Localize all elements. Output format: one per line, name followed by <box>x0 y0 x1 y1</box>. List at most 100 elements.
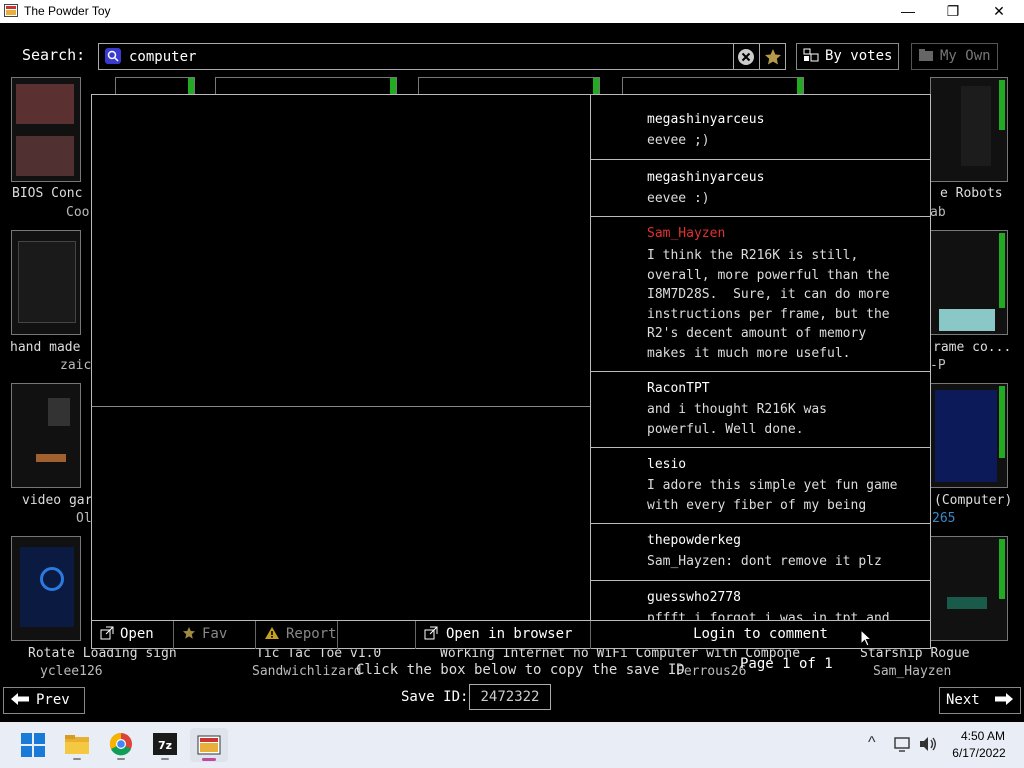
comment-text: Sam_Hayzen: dont remove it plz <box>647 554 882 569</box>
7zip-icon[interactable]: 7z <box>148 728 182 762</box>
clear-search-icon[interactable] <box>737 48 755 66</box>
folder-icon <box>918 46 934 61</box>
comment: Sam_Hayzen I think the R216K is still, o… <box>591 216 930 372</box>
save-thumbnail[interactable] <box>930 536 1008 641</box>
warning-icon <box>264 623 280 639</box>
windows-start-icon[interactable] <box>16 728 50 762</box>
save-author: Ferrous26 <box>676 664 747 679</box>
fav-button[interactable]: Fav <box>174 621 256 649</box>
prev-button[interactable]: Prev <box>3 687 85 714</box>
comment-author: megashinyarceus <box>647 112 765 127</box>
open-label: Open <box>120 626 154 642</box>
comment: RaconTPT and i thought R216K was powerfu… <box>591 371 930 448</box>
save-thumbnail[interactable] <box>930 383 1008 488</box>
comment: lesio I adore this simple yet fun game w… <box>591 447 930 524</box>
save-thumbnail[interactable] <box>418 77 600 95</box>
report-button[interactable]: Report <box>256 621 338 649</box>
window-title: The Powder Toy <box>24 4 111 18</box>
save-thumbnail[interactable] <box>11 536 81 641</box>
search-box[interactable]: computer <box>98 43 786 70</box>
login-label: Login to comment <box>693 626 828 642</box>
save-author: Sandwichlizard <box>252 664 362 679</box>
app-icon <box>4 4 18 17</box>
save-author: Ol <box>76 511 92 526</box>
comment-author: thepowderkeg <box>647 533 741 548</box>
open-icon <box>100 623 114 640</box>
volume-icon[interactable] <box>918 735 938 753</box>
clock-date[interactable]: 6/17/2022 <box>948 746 1010 760</box>
save-author: Coo <box>66 205 90 220</box>
network-icon[interactable] <box>893 735 913 753</box>
save-title: rame co... <box>933 340 1012 355</box>
save-thumbnail[interactable] <box>11 383 81 488</box>
star-icon <box>182 623 196 639</box>
divider <box>92 406 590 407</box>
save-id-label: Save ID: <box>401 689 469 705</box>
comment-text: I think the R216K is still, overall, mor… <box>647 248 890 361</box>
comment: megashinyarceus eevee ;) <box>591 95 930 160</box>
login-to-comment-button[interactable]: Login to comment <box>591 621 930 649</box>
svg-text:7z: 7z <box>158 739 172 752</box>
comment-author: guesswho2778 <box>647 590 741 605</box>
page-info: Page 1 of 1 <box>740 656 833 672</box>
clock-time[interactable]: 4:50 AM <box>958 729 1008 743</box>
save-id-box[interactable]: 2472322 <box>469 684 551 710</box>
save-browser: Search: computer By votes My Own BIOS Co… <box>0 23 1024 722</box>
prev-label: Prev <box>36 692 70 708</box>
window-title-bar: The Powder Toy — ❐ ✕ <box>0 0 1024 23</box>
open-button[interactable]: Open <box>92 621 174 649</box>
save-title: hand made <box>10 340 81 355</box>
sort-label: By votes <box>825 48 893 64</box>
comment: thepowderkeg Sam_Hayzen: dont remove it … <box>591 523 930 581</box>
comment-text: eevee :) <box>647 191 710 206</box>
save-thumbnail[interactable] <box>622 77 804 95</box>
save-preview-image <box>92 95 590 406</box>
mouse-cursor-icon <box>860 628 873 647</box>
sort-by-votes-button[interactable]: By votes <box>796 43 900 70</box>
save-preview-panel: megashinyarceus eevee ;) megashinyarceus… <box>91 94 931 649</box>
arrow-right-icon <box>994 690 1014 705</box>
save-author: Sam_Hayzen <box>873 664 952 679</box>
favorite-star-icon[interactable] <box>763 47 783 67</box>
save-thumbnail[interactable] <box>215 77 397 95</box>
save-thumbnail[interactable] <box>930 230 1008 335</box>
comment-author: RaconTPT <box>647 381 710 396</box>
save-id-value: 2472322 <box>480 689 540 705</box>
tray-chevron-icon[interactable]: ^ <box>868 734 876 752</box>
search-icon <box>105 48 121 64</box>
maximize-button[interactable]: ❐ <box>930 0 976 23</box>
open-in-browser-button[interactable]: Open in browser <box>415 621 591 649</box>
save-title: (Computer) <box>934 493 1013 508</box>
save-title: BIOS Conc <box>12 186 83 201</box>
copy-hint: Click the box below to copy the save ID <box>356 662 685 678</box>
divider <box>759 44 760 69</box>
my-own-button[interactable]: My Own <box>911 43 998 70</box>
sort-icon <box>803 46 819 62</box>
save-title: video gar <box>22 493 93 508</box>
comment-text: and i thought R216K was powerful. Well d… <box>647 402 828 437</box>
minimize-button[interactable]: — <box>885 0 931 23</box>
comments-list[interactable]: megashinyarceus eevee ;) megashinyarceus… <box>591 95 930 621</box>
save-thumbnail[interactable] <box>930 77 1008 182</box>
chrome-icon[interactable] <box>104 728 138 762</box>
file-explorer-icon[interactable] <box>60 728 94 762</box>
save-thumbnail[interactable] <box>115 77 195 95</box>
taskbar: 7z ^ 4:50 AM 6/17/2022 <box>0 722 1024 768</box>
comment: megashinyarceus eevee :) <box>591 159 930 217</box>
save-author: yclee126 <box>40 664 103 679</box>
report-label: Report <box>286 626 337 642</box>
search-label: Search: <box>22 46 86 64</box>
save-thumbnail[interactable] <box>11 230 81 335</box>
divider <box>733 44 734 69</box>
search-input[interactable]: computer <box>129 49 196 65</box>
save-thumbnail[interactable] <box>11 77 81 182</box>
open-in-browser-label: Open in browser <box>446 626 573 642</box>
next-label: Next <box>946 692 980 708</box>
comment-text: I adore this simple yet fun game with ev… <box>647 478 898 513</box>
close-button[interactable]: ✕ <box>976 0 1022 23</box>
next-button[interactable]: Next <box>939 687 1021 714</box>
comment-author: lesio <box>647 457 687 472</box>
comment-text: eevee ;) <box>647 133 710 148</box>
powder-toy-taskbar-icon[interactable] <box>190 728 228 762</box>
comment-author: Sam_Hayzen <box>647 226 726 241</box>
